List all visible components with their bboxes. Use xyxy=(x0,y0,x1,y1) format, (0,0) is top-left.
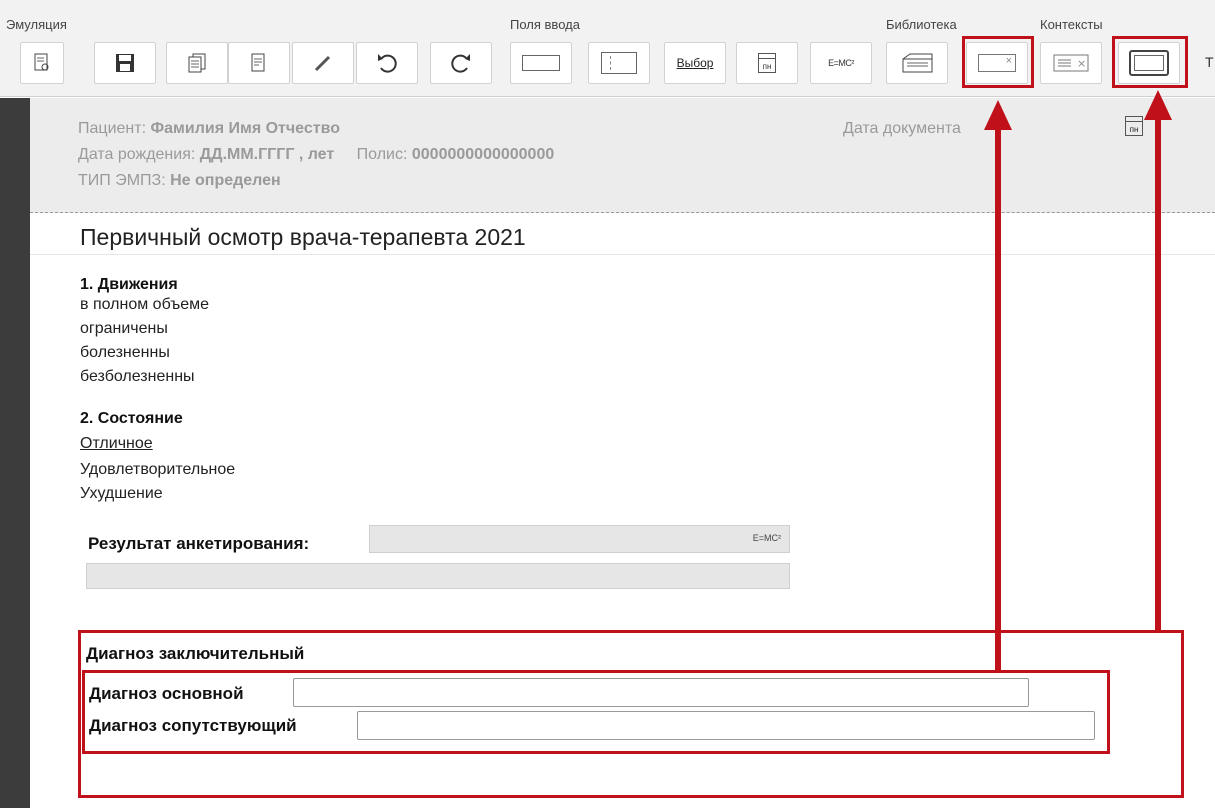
survey-result-field[interactable]: E=MC² xyxy=(369,525,790,553)
text-field-clear-icon: × xyxy=(1053,54,1089,72)
calendar-icon: пн xyxy=(758,53,776,73)
group-label-input-fields: Поля ввода xyxy=(510,17,580,32)
title-divider xyxy=(30,254,1215,255)
document-arrow-icon xyxy=(251,53,265,72)
toolbar: Эмуляция Поля ввода Библиотека Контексты… xyxy=(0,0,1215,97)
library-button[interactable] xyxy=(886,42,948,84)
multiline-field-button[interactable] xyxy=(588,42,650,84)
redo-button[interactable] xyxy=(430,42,492,84)
save-button[interactable] xyxy=(94,42,156,84)
preview-button[interactable] xyxy=(20,42,64,84)
redo-icon xyxy=(451,54,470,73)
option-movements-painful[interactable]: болезненны xyxy=(80,344,170,362)
multiline-field-icon xyxy=(601,52,637,74)
choice-button-label: Выбор xyxy=(676,56,714,70)
birth-label: Дата рождения: xyxy=(78,146,196,163)
doc-date-calendar-icon[interactable]: пн xyxy=(1125,116,1143,136)
text-field-button[interactable] xyxy=(510,42,572,84)
group-label-emulation: Эмуляция xyxy=(6,17,67,32)
option-movements-painless[interactable]: безболезненны xyxy=(80,368,195,386)
library-folder-icon xyxy=(902,53,933,73)
pencil-icon xyxy=(314,55,331,72)
option-condition-excellent[interactable]: Отличное xyxy=(80,435,153,453)
policy-label: Полис: xyxy=(356,146,408,163)
type-row: ТИП ЭМПЗ: Не определен xyxy=(78,172,281,190)
type-value: Не определен xyxy=(170,172,281,189)
save-icon xyxy=(116,54,134,72)
undo-icon xyxy=(378,54,397,73)
policy-value: 0000000000000000 xyxy=(411,146,555,163)
group-label-library: Библиотека xyxy=(886,17,957,32)
date-field-button[interactable]: пн xyxy=(736,42,798,84)
doc-date-label: Дата документа xyxy=(843,120,961,137)
diagnosis-secondary-label: Диагноз сопутствующий xyxy=(89,716,297,735)
formula-icon: E=MC² xyxy=(752,533,781,543)
formula-icon: E=MC² xyxy=(828,58,854,68)
diagnosis-final-title: Диагноз заключительный xyxy=(86,644,305,663)
frame-button[interactable] xyxy=(1118,42,1180,84)
document-header: Пациент: Фамилия Имя Отчество Дата рожде… xyxy=(30,98,1215,213)
type-label: ТИП ЭМПЗ: xyxy=(78,172,166,189)
frame-icon xyxy=(1129,50,1169,76)
patient-row: Пациент: Фамилия Имя Отчество xyxy=(78,120,340,138)
option-condition-satisfactory[interactable]: Удовлетворительное xyxy=(80,461,235,479)
context-text-button[interactable]: × xyxy=(1040,42,1102,84)
survey-result-field-2[interactable] xyxy=(86,563,790,589)
patient-label: Пациент: xyxy=(78,120,147,137)
left-sidebar xyxy=(0,98,30,808)
export-button[interactable] xyxy=(228,42,290,84)
patient-name: Фамилия Имя Отчество xyxy=(150,120,340,137)
diagnosis-secondary-input[interactable] xyxy=(357,711,1095,740)
group-label-contexts: Контексты xyxy=(1040,17,1103,32)
text-field-icon xyxy=(522,55,560,71)
context-field-button[interactable] xyxy=(966,42,1028,84)
doc-date-field[interactable]: пн xyxy=(1005,112,1155,140)
option-condition-worse[interactable]: Ухудшение xyxy=(80,485,163,503)
option-movements-full[interactable]: в полном объеме xyxy=(80,296,209,314)
svg-text:×: × xyxy=(1077,57,1086,70)
copy-button[interactable] xyxy=(166,42,228,84)
document-title: Первичный осмотр врача-терапевта 2021 xyxy=(80,224,526,250)
formula-button[interactable]: E=MC² xyxy=(810,42,872,84)
section-heading-movements: 1. Движения xyxy=(80,276,178,293)
survey-result-label: Результат анкетирования: xyxy=(88,534,310,553)
field-clear-icon xyxy=(978,54,1016,72)
diagnosis-main-label: Диагноз основной xyxy=(89,684,244,703)
section-heading-condition: 2. Состояние xyxy=(80,410,183,427)
birth-value: ДД.ММ.ГГГГ , лет xyxy=(199,146,335,163)
document-preview-icon xyxy=(34,53,49,71)
toolbar-partial-label: Т xyxy=(1205,54,1214,70)
birth-row: Дата рождения: ДД.ММ.ГГГГ , лет Полис: 0… xyxy=(78,146,554,164)
option-movements-limited[interactable]: ограничены xyxy=(80,320,168,338)
choice-button[interactable]: Выбор xyxy=(664,42,726,84)
copy-icon xyxy=(188,53,206,73)
undo-button[interactable] xyxy=(356,42,418,84)
diagnosis-main-input[interactable] xyxy=(293,678,1029,707)
edit-button[interactable] xyxy=(292,42,354,84)
